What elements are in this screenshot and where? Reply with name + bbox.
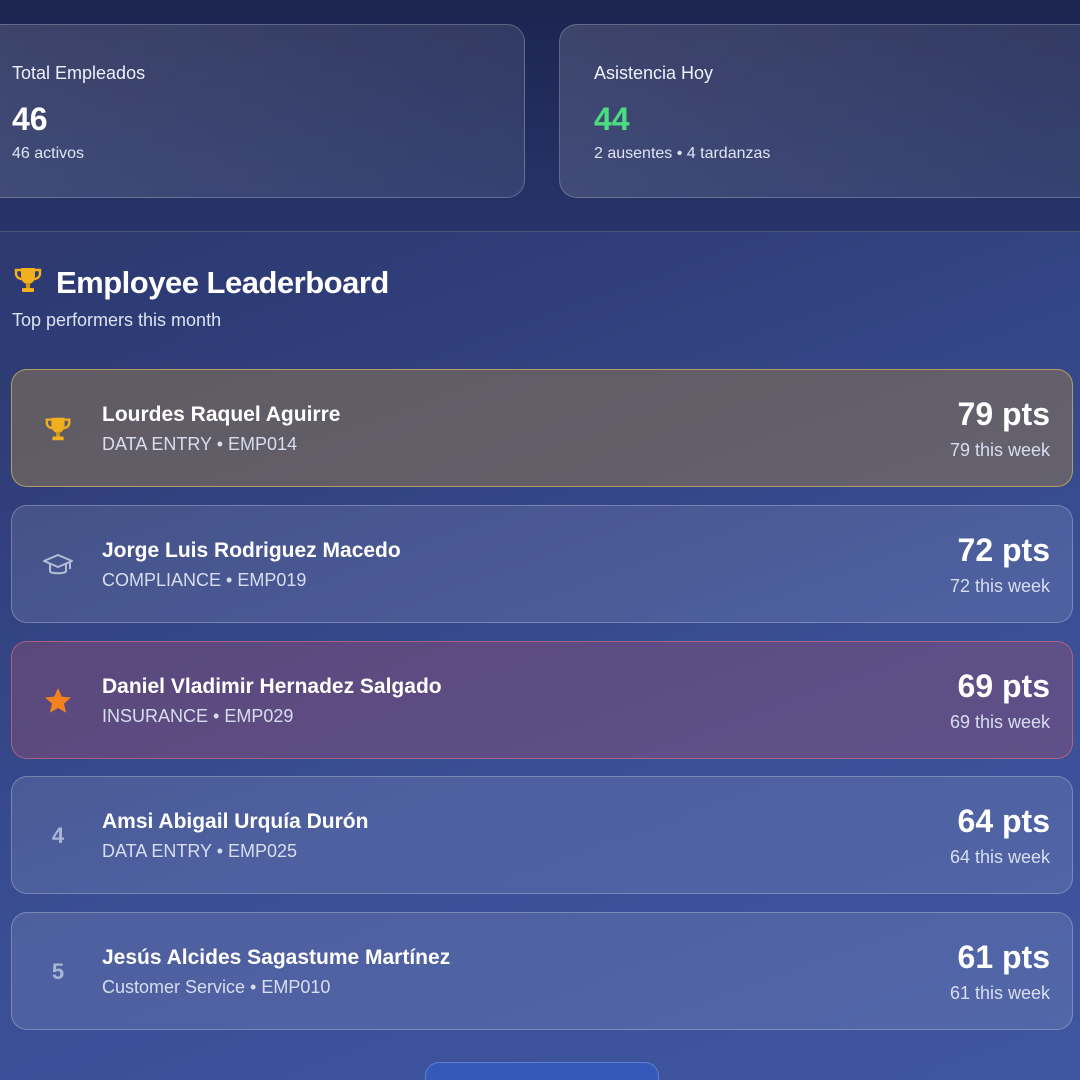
stat-card-attendance-today[interactable]: Asistencia Hoy 44 2 ausentes • 4 tardanz… <box>559 24 1080 198</box>
employee-meta: Customer Service • EMP010 <box>102 977 331 997</box>
leaderboard-row[interactable]: Daniel Vladimir Hernadez Salgado INSURAN… <box>11 641 1073 759</box>
points-this-week: 72 this week <box>949 576 1050 596</box>
points-total: 72 pts <box>957 532 1050 568</box>
points-this-week: 64 this week <box>949 847 1050 867</box>
leaderboard-row[interactable]: Lourdes Raquel Aguirre DATA ENTRY • EMP0… <box>11 369 1073 487</box>
employee-meta: INSURANCE • EMP029 <box>102 706 294 726</box>
leaderboard-subtitle: Top performers this month <box>12 310 222 330</box>
employee-meta: DATA ENTRY • EMP014 <box>102 434 298 454</box>
trophy-icon <box>12 264 44 301</box>
rank-number: 5 <box>51 959 65 984</box>
points-total: 61 pts <box>957 939 1050 975</box>
stats-band: Total Empleados 46 46 activos Asistencia… <box>0 0 1080 232</box>
points-this-week: 79 this week <box>949 440 1050 460</box>
stat-subtext: 46 activos <box>12 145 85 162</box>
stat-value: 44 <box>594 101 630 137</box>
star-icon <box>38 679 78 723</box>
leaderboard-title: Employee Leaderboard <box>56 264 389 300</box>
leaderboard-row[interactable]: Jorge Luis Rodriguez Macedo COMPLIANCE •… <box>11 505 1073 623</box>
graduation-cap-icon <box>38 543 78 587</box>
rank-number: 4 <box>51 823 65 848</box>
points-this-week: 61 this week <box>949 983 1050 1003</box>
employee-name: Lourdes Raquel Aguirre <box>102 403 341 426</box>
points-total: 79 pts <box>957 396 1050 432</box>
stat-card-total-employees[interactable]: Total Empleados 46 46 activos <box>0 24 525 198</box>
leaderboard-header: Employee Leaderboard <box>12 264 389 301</box>
employee-name: Jorge Luis Rodriguez Macedo <box>102 539 401 562</box>
points-total: 64 pts <box>957 803 1050 839</box>
trophy-icon <box>38 407 78 451</box>
points-total: 69 pts <box>957 668 1050 704</box>
leaderboard-row[interactable]: 5 Jesús Alcides Sagastume Martínez Custo… <box>11 912 1073 1030</box>
employee-name: Amsi Abigail Urquía Durón <box>102 810 369 833</box>
employee-meta: DATA ENTRY • EMP025 <box>102 841 298 861</box>
employee-meta: COMPLIANCE • EMP019 <box>102 570 307 590</box>
employee-name: Jesús Alcides Sagastume Martínez <box>102 946 451 969</box>
employee-name: Daniel Vladimir Hernadez Salgado <box>102 675 442 698</box>
leaderboard-row[interactable]: 4 Amsi Abigail Urquía Durón DATA ENTRY •… <box>11 776 1073 894</box>
stat-subtext: 2 ausentes • 4 tardanzas <box>594 145 771 162</box>
stat-value: 46 <box>12 101 48 137</box>
stat-label: Asistencia Hoy <box>594 63 714 83</box>
view-more-button[interactable] <box>425 1062 659 1080</box>
stat-label: Total Empleados <box>12 63 146 83</box>
points-this-week: 69 this week <box>949 712 1050 732</box>
